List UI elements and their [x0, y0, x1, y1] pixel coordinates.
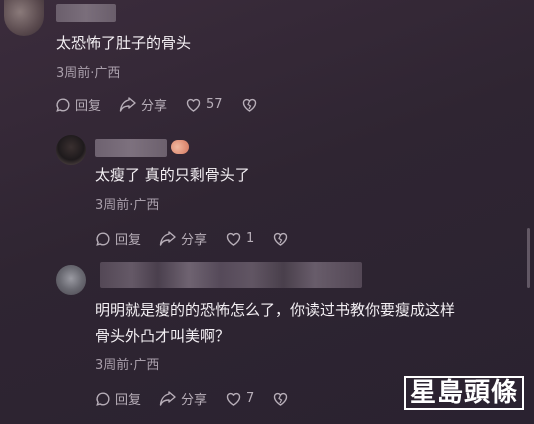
share-arrow-icon: [119, 96, 136, 112]
reply-button[interactable]: 回复: [55, 95, 101, 114]
comment-text: 太瘦了 真的只剩骨头了: [95, 166, 250, 184]
reply-label: 回复: [115, 233, 142, 248]
scrollbar[interactable]: [527, 228, 530, 288]
username-blurred[interactable]: [95, 139, 167, 157]
comment-text-line-2: 骨头外凸才叫美啊？: [95, 327, 231, 345]
like-count: 57: [206, 97, 223, 112]
like-button[interactable]: 1: [225, 231, 254, 247]
comment-meta: 3周前·广西: [95, 198, 160, 213]
reply-button[interactable]: 回复: [95, 229, 141, 248]
comment-actions: 回复 分享 57: [55, 95, 262, 114]
comment-meta: 3周前·广西: [56, 66, 121, 81]
like-count: 1: [246, 231, 255, 246]
heart-icon: [186, 98, 201, 112]
username-blurred[interactable]: [100, 262, 362, 288]
avatar[interactable]: [56, 265, 86, 295]
share-button[interactable]: 分享: [159, 229, 207, 248]
dislike-button[interactable]: [272, 231, 293, 247]
watermark-text: 星島頭條: [403, 376, 524, 410]
reply-bubble-icon: [96, 231, 110, 246]
username-blurred[interactable]: [56, 4, 116, 22]
share-label: 分享: [181, 233, 208, 248]
broken-heart-icon: [274, 392, 288, 406]
reply-bubble-icon: [96, 391, 110, 406]
like-button[interactable]: 57: [185, 97, 223, 113]
dislike-button[interactable]: [272, 391, 293, 407]
heart-icon: [226, 392, 241, 406]
watermark-logo: 星島頭條: [403, 376, 524, 410]
avatar[interactable]: [56, 135, 86, 165]
reply-label: 回复: [75, 99, 102, 114]
like-count: 7: [246, 391, 255, 406]
share-button[interactable]: 分享: [159, 389, 207, 408]
share-label: 分享: [141, 99, 168, 114]
heart-icon: [226, 232, 241, 246]
broken-heart-icon: [274, 232, 288, 246]
comment-meta: 3周前·广西: [95, 358, 160, 373]
broken-heart-icon: [242, 98, 256, 112]
comment-text: 太恐怖了肚子的骨头: [56, 34, 192, 52]
avatar[interactable]: [4, 0, 44, 36]
share-label: 分享: [181, 393, 208, 408]
reply-button[interactable]: 回复: [95, 389, 141, 408]
reply-label: 回复: [115, 393, 142, 408]
share-arrow-icon: [159, 390, 176, 406]
reply-bubble-icon: [56, 97, 70, 112]
comment-text-line-1: 明明就是瘦的的恐怖怎么了，你读过书教你要瘦成这样: [95, 301, 456, 319]
share-button[interactable]: 分享: [119, 95, 167, 114]
dislike-button[interactable]: [241, 97, 262, 113]
share-arrow-icon: [159, 230, 176, 246]
like-button[interactable]: 7: [225, 391, 254, 407]
name-badge-icon: [171, 140, 189, 154]
comment-actions: 回复 分享 1: [95, 229, 293, 248]
comment-actions: 回复 分享 7: [95, 389, 293, 408]
